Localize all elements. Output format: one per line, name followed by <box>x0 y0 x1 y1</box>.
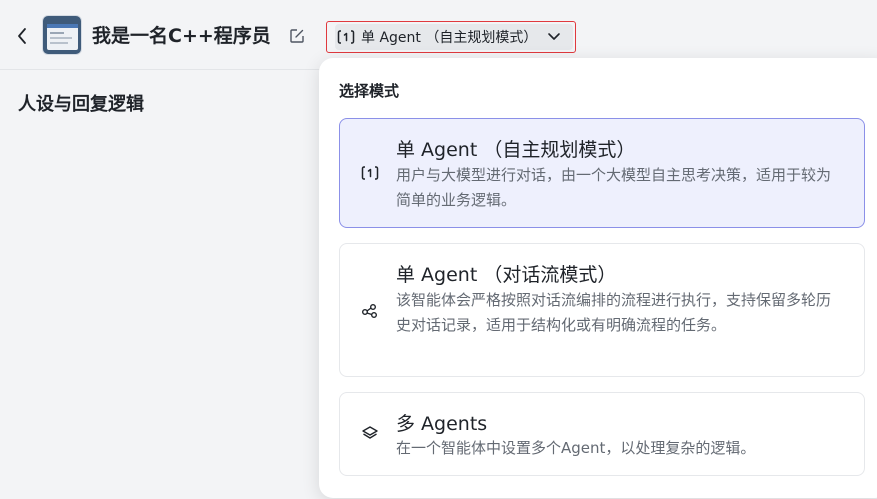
page: 我是一名C++程序员 单 Agent （自主规划模式） 人设与回复逻辑 选择模式… <box>0 0 877 499</box>
mode-option-name: 单 Agent （自主规划模式） <box>396 139 636 161</box>
mode-option-name: 多 Agents <box>396 413 488 435</box>
workflow-icon <box>360 300 380 320</box>
mode-dropdown: 选择模式 单 Agent （自主规划模式） 用户与大模型进行对话，由一个大模型自… <box>319 58 877 498</box>
mode-selector[interactable]: 单 Agent （自主规划模式） <box>326 21 576 53</box>
mode-selector-label: 单 Agent （自主规划模式） <box>361 30 538 46</box>
persona-section-title: 人设与回复逻辑 <box>18 94 144 115</box>
mode-option-description: 用户与大模型进行对话，由一个大模型自主思考决策，适用于较为简单的业务逻辑。 <box>396 166 832 209</box>
edit-icon[interactable] <box>287 26 307 46</box>
bot-title: 我是一名C++程序员 <box>92 25 271 47</box>
mode-option-multi-agents[interactable]: 多 Agents 在一个智能体中设置多个Agent，以处理复杂的逻辑。 <box>339 392 865 476</box>
bot-avatar[interactable] <box>42 15 82 55</box>
single-agent-icon <box>337 28 355 46</box>
back-arrow-icon[interactable] <box>13 24 31 48</box>
mode-option-description: 该智能体会严格按照对话流编排的流程进行执行，支持保留多轮历史对话记录，适用于结构… <box>396 291 832 334</box>
mode-option-description: 在一个智能体中设置多个Agent，以处理复杂的逻辑。 <box>396 439 756 457</box>
chevron-down-icon <box>547 32 561 42</box>
mode-option-single-autonomous[interactable]: 单 Agent （自主规划模式） 用户与大模型进行对话，由一个大模型自主思考决策… <box>339 118 865 228</box>
layers-icon <box>360 423 380 443</box>
mode-option-single-workflow[interactable]: 单 Agent （对话流模式） 该智能体会严格按照对话流编排的流程进行执行，支持… <box>339 243 865 377</box>
mode-option-name: 单 Agent （对话流模式） <box>396 264 617 286</box>
single-agent-icon <box>360 163 380 183</box>
dropdown-title: 选择模式 <box>339 82 400 100</box>
